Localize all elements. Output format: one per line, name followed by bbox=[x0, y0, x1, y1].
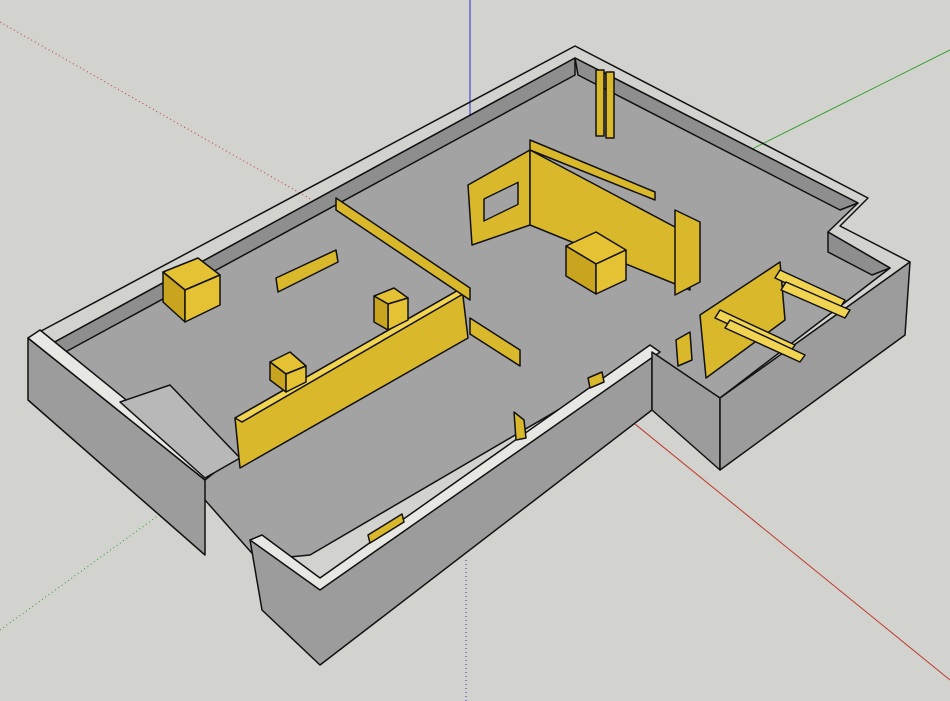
3d-viewport[interactable] bbox=[0, 0, 950, 701]
upper-room-end[interactable] bbox=[674, 209, 701, 296]
